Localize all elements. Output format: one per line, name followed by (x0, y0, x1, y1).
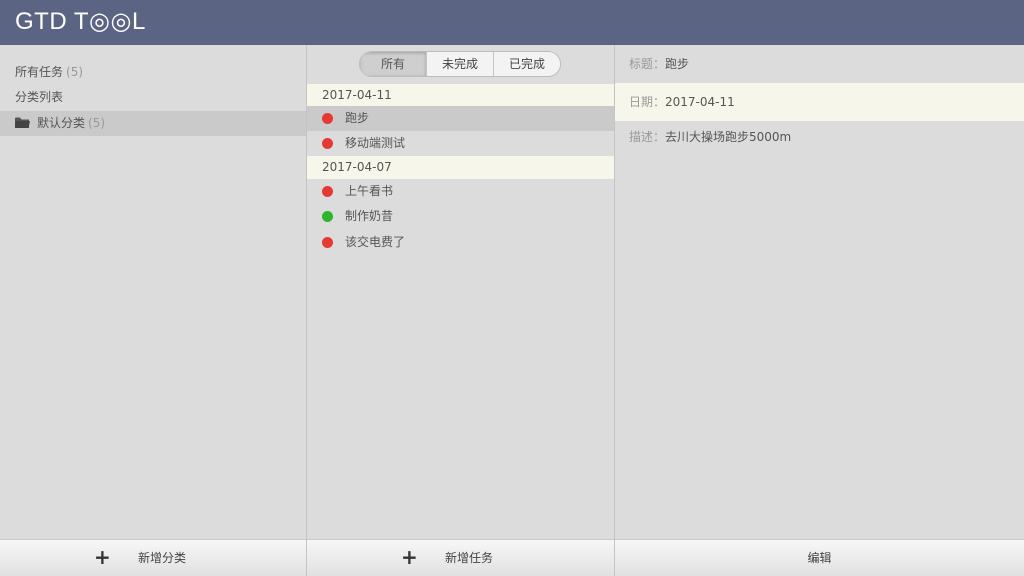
description-value: 去川大操场跑步5000m (665, 130, 792, 144)
category-panel: 所有任务 (5) 分类列表 默认分类 (5) + 新增分类 (0, 45, 307, 576)
status-dot-icon (322, 113, 333, 124)
filter-incomplete-button[interactable]: 未完成 (427, 52, 494, 76)
folder-icon (15, 112, 30, 128)
status-dot-icon (322, 186, 333, 197)
edit-label: 编辑 (807, 551, 832, 565)
date-value: 2017-04-11 (665, 95, 735, 109)
task-detail-panel: 标题：跑步 日期：2017-04-11 描述：去川大操场跑步5000m 编辑 (615, 45, 1024, 576)
task-panel: 所有 未完成 已完成 2017-04-11 跑步 移动端测试 2017-04-0… (307, 45, 615, 576)
edit-button[interactable]: 编辑 (615, 539, 1024, 576)
task-label: 跑步 (345, 111, 370, 125)
status-dot-icon (322, 138, 333, 149)
date-label: 日期： (629, 95, 666, 109)
detail-date-row: 日期：2017-04-11 (615, 83, 1024, 121)
add-task-label: 新增任务 (445, 551, 494, 565)
task-item[interactable]: 上午看书 (307, 179, 614, 204)
sidebar-item-all-tasks[interactable]: 所有任务 (5) (0, 60, 306, 85)
task-item[interactable]: 移动端测试 (307, 131, 614, 156)
app-header: GTD T◎◎L (0, 0, 1024, 45)
detail-description-row: 描述：去川大操场跑步5000m (615, 128, 1024, 146)
all-tasks-count: (5) (66, 65, 84, 79)
date-group-header: 2017-04-07 (307, 156, 614, 179)
title-value: 跑步 (665, 57, 690, 71)
detail-title-row: 标题：跑步 (615, 55, 1024, 73)
description-label: 描述： (629, 130, 666, 144)
status-dot-icon (322, 237, 333, 248)
category-list-header: 分类列表 (0, 85, 306, 110)
filter-segmented-control: 所有 未完成 已完成 (359, 51, 561, 77)
category-list-label: 分类列表 (15, 90, 64, 104)
task-item[interactable]: 该交电费了 (307, 230, 614, 255)
filter-complete-button[interactable]: 已完成 (494, 52, 560, 76)
app-title: GTD T◎◎L (15, 8, 146, 35)
all-tasks-label: 所有任务 (15, 65, 64, 79)
task-label: 制作奶昔 (345, 209, 394, 223)
date-group-header: 2017-04-11 (307, 84, 614, 107)
task-label: 移动端测试 (345, 136, 406, 150)
task-label: 该交电费了 (345, 235, 406, 249)
task-label: 上午看书 (345, 184, 394, 198)
plus-icon: + (401, 545, 418, 569)
status-dot-icon (322, 211, 333, 222)
category-count: (5) (88, 116, 106, 130)
add-category-label: 新增分类 (138, 551, 187, 565)
filter-all-button[interactable]: 所有 (360, 52, 427, 76)
sidebar-item-default-category[interactable]: 默认分类 (5) (0, 111, 306, 136)
add-category-button[interactable]: + 新增分类 (0, 539, 306, 576)
task-item[interactable]: 跑步 (307, 106, 614, 131)
plus-icon: + (94, 545, 111, 569)
category-label: 默认分类 (37, 116, 86, 130)
title-label: 标题： (629, 57, 666, 71)
task-item[interactable]: 制作奶昔 (307, 204, 614, 229)
add-task-button[interactable]: + 新增任务 (307, 539, 614, 576)
